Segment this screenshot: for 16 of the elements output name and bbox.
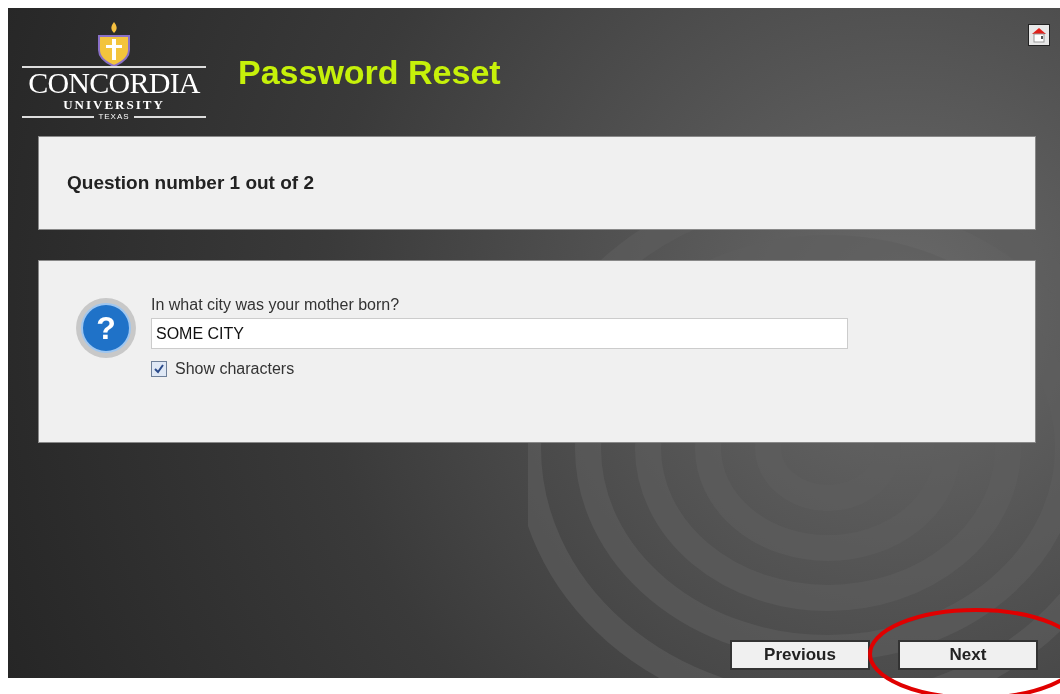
answer-field[interactable]: SOME CITY — [151, 318, 848, 349]
logo-location: TEXAS — [98, 112, 130, 122]
logo-subtitle: UNIVERSITY — [63, 98, 165, 112]
logo-wordmark: CONCORDIA — [28, 68, 200, 98]
help-icon: ? — [75, 297, 137, 359]
home-button[interactable] — [1028, 24, 1050, 46]
nav-button[interactable]: Next — [898, 640, 1038, 670]
check-icon — [153, 363, 165, 375]
checkbox-label: Show characters — [175, 359, 295, 379]
page-title: Password Reset — [238, 52, 501, 92]
question-label: In what city was your mother born? — [151, 295, 401, 315]
progress-text: Question number 1 out of 2 — [67, 170, 314, 195]
house-icon — [1031, 27, 1047, 43]
shield-icon — [96, 22, 132, 66]
nav-button[interactable]: Previous — [730, 640, 870, 670]
checkbox[interactable] — [151, 361, 167, 377]
